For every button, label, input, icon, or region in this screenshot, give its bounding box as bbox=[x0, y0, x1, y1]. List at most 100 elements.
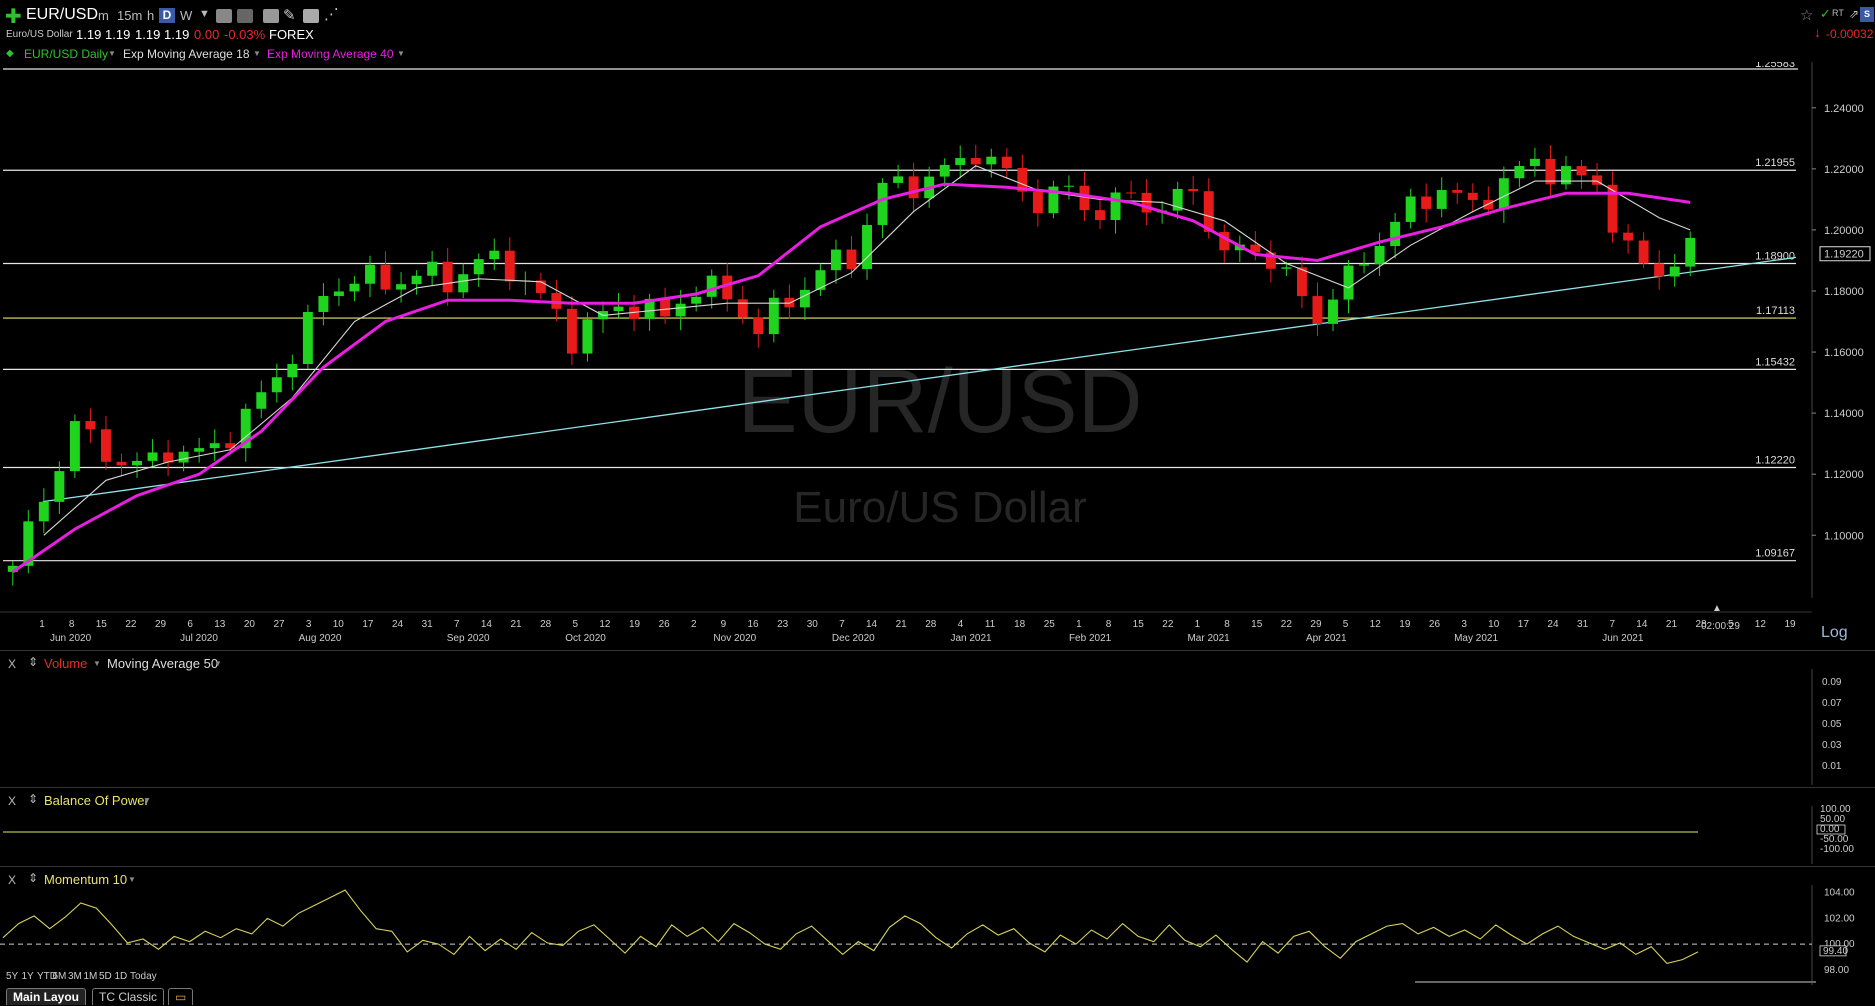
candle-body bbox=[737, 299, 748, 318]
price-level-label: 1.09167 bbox=[1755, 548, 1795, 560]
tc-icon[interactable] bbox=[216, 9, 232, 23]
time-tick-label: 14 bbox=[1636, 619, 1648, 630]
momentum-tick-label: 98.00 bbox=[1824, 965, 1849, 976]
time-tick-label: 19 bbox=[629, 619, 641, 630]
candle-body bbox=[365, 264, 375, 284]
candle-body bbox=[287, 363, 298, 378]
range-button[interactable]: 5Y bbox=[6, 971, 19, 982]
range-button[interactable]: 1Y bbox=[22, 971, 35, 982]
time-tick-label: 29 bbox=[1310, 619, 1322, 630]
candle-body bbox=[1328, 299, 1338, 324]
time-tick-label: 22 bbox=[1281, 619, 1293, 630]
time-tick-label: 22 bbox=[125, 619, 137, 630]
time-tick-label: 8 bbox=[69, 619, 75, 630]
watermark-name: Euro/US Dollar bbox=[793, 483, 1086, 532]
time-month-label: Jun 2020 bbox=[50, 633, 92, 644]
time-tick-label: 26 bbox=[659, 619, 671, 630]
time-tick-label: 4 bbox=[958, 619, 964, 630]
share-icon[interactable]: ⋰ bbox=[324, 5, 339, 23]
price-level-label-top: 1.25583 bbox=[1755, 62, 1795, 70]
time-month-label: Nov 2020 bbox=[713, 633, 756, 644]
interval-15m[interactable]: 15m bbox=[117, 8, 142, 23]
time-month-label: Oct 2020 bbox=[565, 633, 606, 644]
volume-pane: X ⇕ Volume ▼ Moving Average 50 ▼ 0.09 0.0… bbox=[0, 650, 1875, 787]
candle-body bbox=[38, 501, 49, 522]
bop-tick-label: -100.00 bbox=[1820, 844, 1854, 855]
price-chart[interactable]: EUR/USD Euro/US Dollar 1.25583 1.21955 1.1… bbox=[0, 62, 1875, 648]
add-symbol-icon[interactable]: ✚ bbox=[5, 4, 22, 29]
candle-body bbox=[380, 264, 391, 290]
legend-ema40[interactable]: Exp Moving Average 40 bbox=[267, 47, 394, 61]
time-month-label: Aug 2020 bbox=[299, 633, 342, 644]
legend-ema18-dropdown-icon[interactable]: ▼ bbox=[253, 49, 261, 58]
time-tick-label: 9 bbox=[721, 619, 727, 630]
legend-ema40-dropdown-icon[interactable]: ▼ bbox=[397, 49, 405, 58]
range-button[interactable]: Today bbox=[130, 971, 157, 982]
range-button[interactable]: 1D bbox=[115, 971, 128, 982]
interval-hour[interactable]: h bbox=[147, 8, 154, 23]
new-tab-icon[interactable]: ▭ bbox=[168, 988, 194, 1005]
scroll-right-icon[interactable]: ▲ bbox=[1712, 603, 1722, 614]
interval-daily[interactable]: D bbox=[159, 8, 175, 23]
watermark: EUR/USD Euro/US Dollar bbox=[737, 352, 1142, 532]
trendline[interactable] bbox=[42, 256, 1797, 503]
exchange-name: FOREX bbox=[269, 27, 314, 42]
price-tick-label: 1.12000 bbox=[1824, 469, 1864, 481]
candle-body bbox=[1654, 263, 1665, 277]
time-tick-label: 7 bbox=[454, 619, 460, 630]
candle-body bbox=[846, 249, 857, 270]
range-button[interactable]: 3M bbox=[68, 971, 82, 982]
draw-pencil-icon[interactable]: ✎ bbox=[283, 6, 296, 24]
time-tick-label: 7 bbox=[1609, 619, 1615, 630]
symbol-name[interactable]: EUR/USD bbox=[26, 6, 98, 24]
time-tick-label: 20 bbox=[244, 619, 256, 630]
time-tick-label: 28 bbox=[925, 619, 937, 630]
layers-icon[interactable] bbox=[303, 9, 319, 23]
tab-tc-classic[interactable]: TC Classic bbox=[92, 988, 165, 1005]
bar-chart-icon[interactable] bbox=[237, 9, 253, 23]
candle-body bbox=[1095, 210, 1105, 221]
time-tick-label: 10 bbox=[1488, 619, 1500, 630]
star-icon[interactable]: ☆ bbox=[1800, 6, 1813, 24]
candle-body bbox=[427, 261, 438, 276]
log-scale-toggle[interactable]: Log bbox=[1821, 624, 1848, 642]
check-icon[interactable]: ✓ bbox=[1820, 6, 1831, 22]
range-button[interactable]: 6M bbox=[53, 971, 67, 982]
momentum-last-label: 99.40 bbox=[1823, 946, 1848, 957]
interval-dropdown-icon[interactable]: ▼ bbox=[199, 8, 210, 20]
quote-high: 1.19 bbox=[105, 27, 131, 42]
quote-change-pct: -0.03% bbox=[224, 27, 266, 42]
candle-body bbox=[1529, 158, 1540, 166]
range-button[interactable]: 5D bbox=[99, 971, 112, 982]
arrow-icon[interactable]: ⇗ bbox=[1849, 7, 1859, 21]
volume-axis: 0.09 0.07 0.05 0.03 0.01 bbox=[1811, 669, 1842, 785]
candle-body bbox=[1359, 264, 1370, 266]
price-level-label: 1.15432 bbox=[1755, 356, 1795, 368]
legend-ema18[interactable]: Exp Moving Average 18 bbox=[123, 47, 250, 61]
legend-symbol-dropdown-icon[interactable]: ▼ bbox=[108, 49, 116, 58]
interval-weekly[interactable]: W bbox=[180, 8, 192, 23]
candle-body bbox=[442, 261, 453, 293]
momentum-line[interactable] bbox=[2, 889, 1699, 965]
legend-symbol[interactable]: EUR/USD Daily bbox=[24, 47, 108, 61]
tab-main-layout[interactable]: Main Layou bbox=[6, 988, 87, 1005]
candle-body bbox=[877, 182, 888, 225]
stock-icon[interactable]: S bbox=[1860, 7, 1874, 22]
candle-body bbox=[1405, 196, 1416, 222]
candle-body bbox=[1312, 296, 1323, 324]
momentum-tick-label: 104.00 bbox=[1824, 888, 1855, 899]
candle-body bbox=[908, 176, 919, 199]
range-button[interactable]: 1M bbox=[84, 971, 98, 982]
calculator-icon[interactable] bbox=[263, 9, 279, 23]
quote-low: 1.19 bbox=[135, 27, 161, 42]
candle-body bbox=[784, 297, 795, 308]
candle-body bbox=[1110, 192, 1121, 221]
interval-minute[interactable]: m bbox=[98, 8, 109, 23]
candle-body bbox=[955, 158, 966, 165]
time-tick-label: 12 bbox=[1755, 619, 1767, 630]
candle-body bbox=[54, 471, 65, 502]
price-tick-label: 1.18000 bbox=[1824, 286, 1864, 298]
candle-body bbox=[1421, 196, 1432, 209]
candle-body bbox=[256, 392, 267, 409]
time-tick-label: 24 bbox=[1547, 619, 1559, 630]
